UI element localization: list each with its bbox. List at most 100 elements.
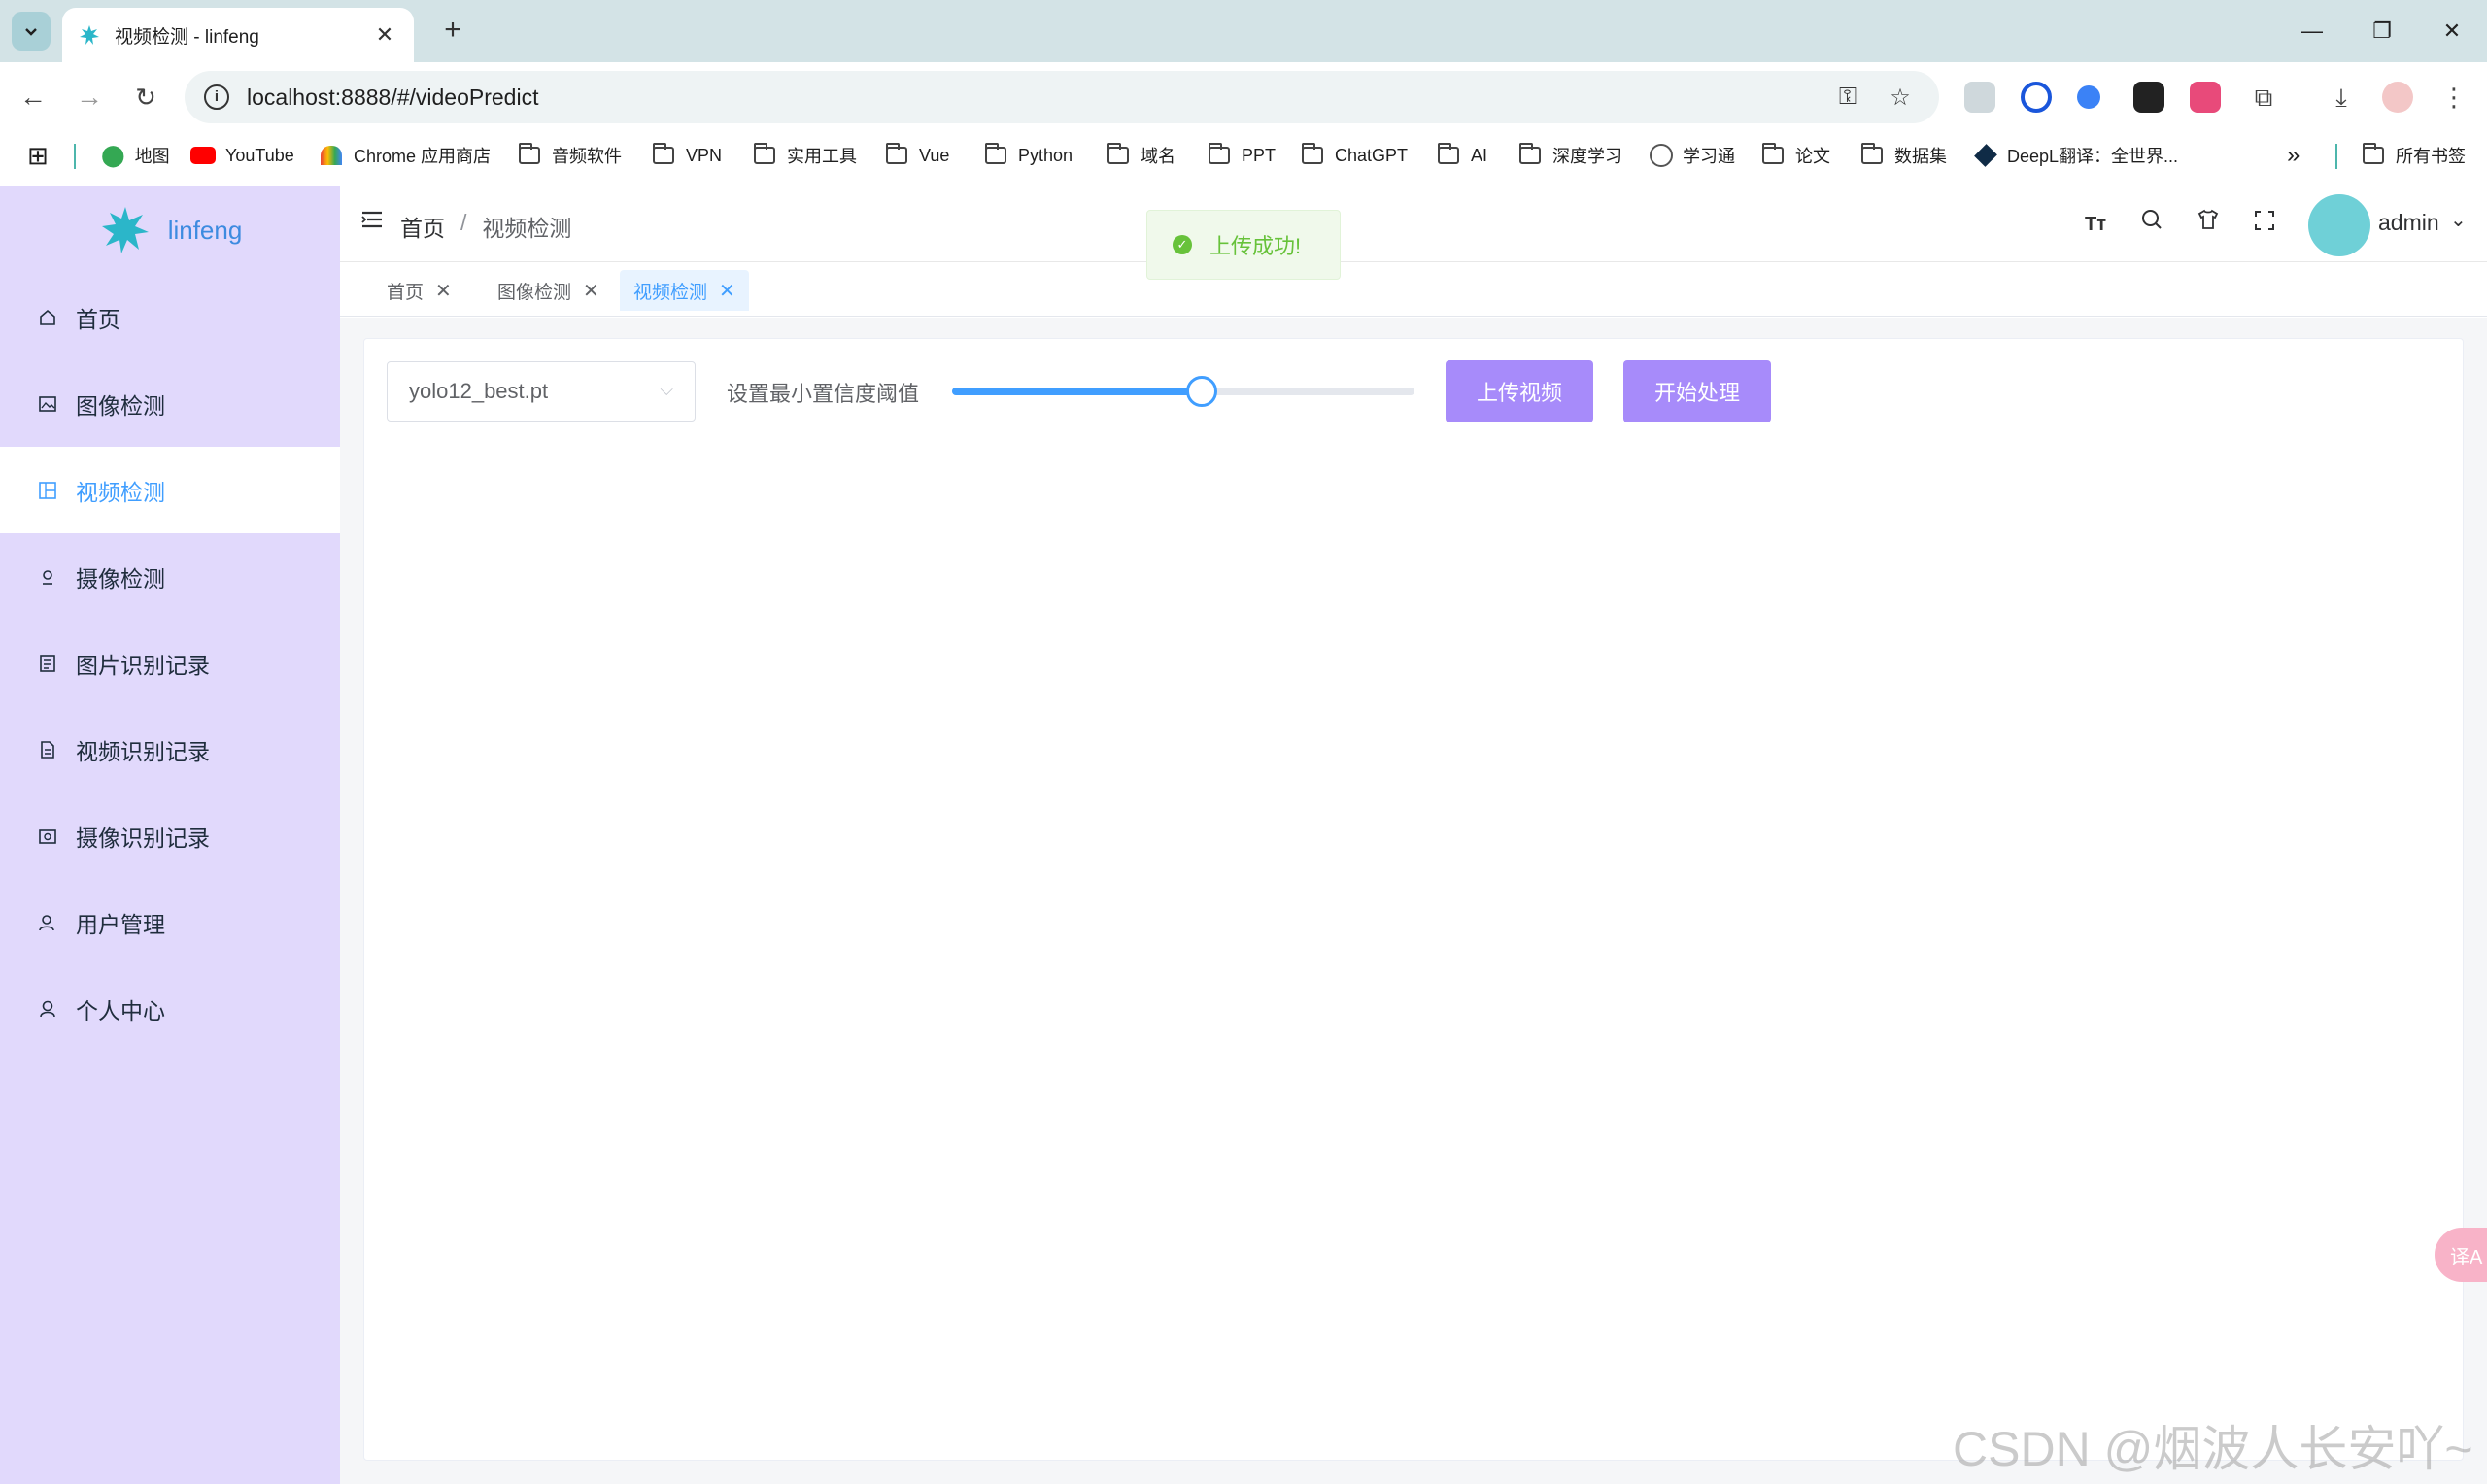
model-select-value: yolo12_best.pt	[409, 379, 549, 403]
reload-button[interactable]: ↻	[126, 78, 165, 117]
menu-item-video-records[interactable]: 视频识别记录	[0, 706, 340, 793]
tag-home[interactable]: 首页 ✕	[373, 270, 465, 311]
extension-icon[interactable]	[2077, 85, 2100, 109]
site-info-icon[interactable]: i	[204, 84, 229, 110]
camera-icon	[37, 566, 58, 588]
browser-tabbar: 视频检测 - linfeng ✕ + — ❐ ✕	[0, 0, 2487, 62]
start-process-button[interactable]: 开始处理	[1623, 360, 1771, 422]
logo: linfeng	[0, 186, 340, 274]
bookmark-folder[interactable]: 音频软件	[519, 132, 622, 179]
bookmark-item[interactable]: Chrome 应用商店	[321, 132, 491, 179]
bookmark-folder[interactable]: VPN	[653, 132, 722, 179]
bookmark-item[interactable]: ⬤ 地图	[101, 132, 170, 179]
folder-icon	[519, 143, 540, 164]
folder-icon	[1107, 143, 1129, 164]
menu-label: 视频识别记录	[76, 738, 210, 764]
close-icon[interactable]: ✕	[583, 279, 599, 303]
username[interactable]: admin	[2378, 210, 2439, 236]
close-icon[interactable]: ✕	[435, 279, 452, 303]
upload-video-button[interactable]: 上传视频	[1446, 360, 1593, 422]
key-icon[interactable]: ⚿	[1828, 84, 1867, 111]
camera-record-icon	[37, 826, 58, 847]
bookmark-folder[interactable]: 所有书签	[2363, 132, 2466, 179]
toast-text: 上传成功!	[1209, 234, 1302, 258]
tab-close-icon[interactable]: ✕	[371, 22, 398, 48]
more-bookmarks-icon[interactable]: »	[2287, 132, 2300, 179]
shirt-icon[interactable]	[2192, 208, 2225, 241]
youtube-icon	[190, 147, 216, 164]
folder-icon	[2363, 143, 2384, 164]
restore-button[interactable]: ❐	[2363, 12, 2402, 51]
menu-item-user-manage[interactable]: 用户管理	[0, 879, 340, 965]
tag-label: 图像检测	[497, 282, 572, 303]
close-icon[interactable]: ✕	[719, 279, 735, 303]
address-bar[interactable]: i localhost:8888/#/videoPredict ⚿ ☆	[185, 71, 1939, 123]
menu-item-home[interactable]: 首页	[0, 274, 340, 360]
search-icon[interactable]	[2135, 208, 2168, 241]
tag-image-detect[interactable]: 图像检测 ✕	[484, 270, 613, 311]
bookmark-folder[interactable]: 深度学习	[1519, 132, 1622, 179]
puzzle-icon[interactable]: ⧉	[2244, 78, 2283, 117]
close-window-button[interactable]: ✕	[2433, 12, 2471, 51]
star-icon[interactable]: ☆	[1881, 84, 1920, 112]
picture-icon	[37, 393, 58, 415]
bookmark-item[interactable]: YouTube	[190, 132, 294, 179]
folder-icon	[1302, 143, 1323, 164]
bookmark-folder[interactable]: 实用工具	[754, 132, 857, 179]
minimize-button[interactable]: —	[2293, 12, 2332, 51]
favicon-icon	[80, 25, 99, 45]
model-select[interactable]: yolo12_best.pt ⌵	[387, 361, 696, 422]
slider-thumb[interactable]	[1186, 376, 1218, 407]
new-tab-button[interactable]: +	[435, 14, 470, 49]
menu-item-profile[interactable]: 个人中心	[0, 965, 340, 1052]
browser-toolbar: ← → ↻ i localhost:8888/#/videoPredict ⚿ …	[0, 62, 2487, 132]
download-icon[interactable]: ⤓	[2322, 78, 2361, 117]
forward-button[interactable]: →	[70, 78, 109, 117]
bookmark-item[interactable]: DeepL翻译：全世界...	[1974, 132, 2178, 179]
chrome-store-icon	[321, 146, 342, 165]
back-button[interactable]: ←	[14, 78, 52, 117]
menu-item-camera-detect[interactable]: 摄像检测	[0, 533, 340, 620]
bookmark-folder[interactable]: Vue	[886, 132, 949, 179]
translate-extension-icon[interactable]	[2190, 82, 2221, 113]
bookmark-folder[interactable]: ChatGPT	[1302, 132, 1408, 179]
menu-item-video-detect[interactable]: 视频检测	[0, 447, 340, 533]
tag-video-detect[interactable]: 视频检测 ✕	[620, 270, 749, 311]
chevron-down-icon[interactable]: ⌄	[2450, 208, 2467, 232]
menu-label: 首页	[76, 306, 120, 332]
bookmark-folder[interactable]: 论文	[1762, 132, 1830, 179]
menu-kebab-icon[interactable]: ⋮	[2435, 78, 2473, 117]
document-icon	[37, 739, 58, 760]
bookmark-item[interactable]: 学习通	[1650, 132, 1735, 179]
hamburger-icon[interactable]	[361, 210, 383, 229]
tab-search-button[interactable]	[12, 12, 51, 51]
menu-item-camera-records[interactable]: 摄像识别记录	[0, 793, 340, 879]
deepl-icon	[1974, 144, 1997, 167]
floating-translate-button[interactable]: 译A	[2435, 1228, 2487, 1282]
bookmark-folder[interactable]: 数据集	[1861, 132, 1947, 179]
confidence-slider[interactable]	[952, 376, 1414, 407]
menu-item-image-records[interactable]: 图片识别记录	[0, 620, 340, 706]
profile-avatar[interactable]	[2382, 82, 2413, 113]
bookmark-folder[interactable]: AI	[1438, 132, 1487, 179]
menu-label: 个人中心	[76, 997, 165, 1024]
breadcrumb-home[interactable]: 首页	[400, 210, 445, 243]
tag-label: 首页	[387, 282, 425, 303]
url-text[interactable]: localhost:8888/#/videoPredict	[247, 84, 1815, 111]
video-icon	[37, 480, 58, 501]
bookmark-folder[interactable]: 域名	[1107, 132, 1175, 179]
avatar[interactable]	[2308, 194, 2370, 256]
extension-icon[interactable]	[2021, 82, 2052, 113]
menu-label: 用户管理	[76, 911, 165, 937]
extension-icon[interactable]	[2133, 82, 2164, 113]
extension-icon[interactable]	[1964, 82, 1995, 113]
record-icon	[37, 653, 58, 674]
folder-icon	[1762, 143, 1784, 164]
fullscreen-icon[interactable]	[2248, 208, 2281, 241]
browser-tab[interactable]: 视频检测 - linfeng ✕	[62, 8, 414, 62]
font-size-icon[interactable]: Tт	[2079, 208, 2112, 241]
apps-grid-icon[interactable]: ⊞	[27, 132, 49, 179]
bookmark-folder[interactable]: Python	[985, 132, 1073, 179]
menu-item-image-detect[interactable]: 图像检测	[0, 360, 340, 447]
bookmark-folder[interactable]: PPT	[1209, 132, 1276, 179]
